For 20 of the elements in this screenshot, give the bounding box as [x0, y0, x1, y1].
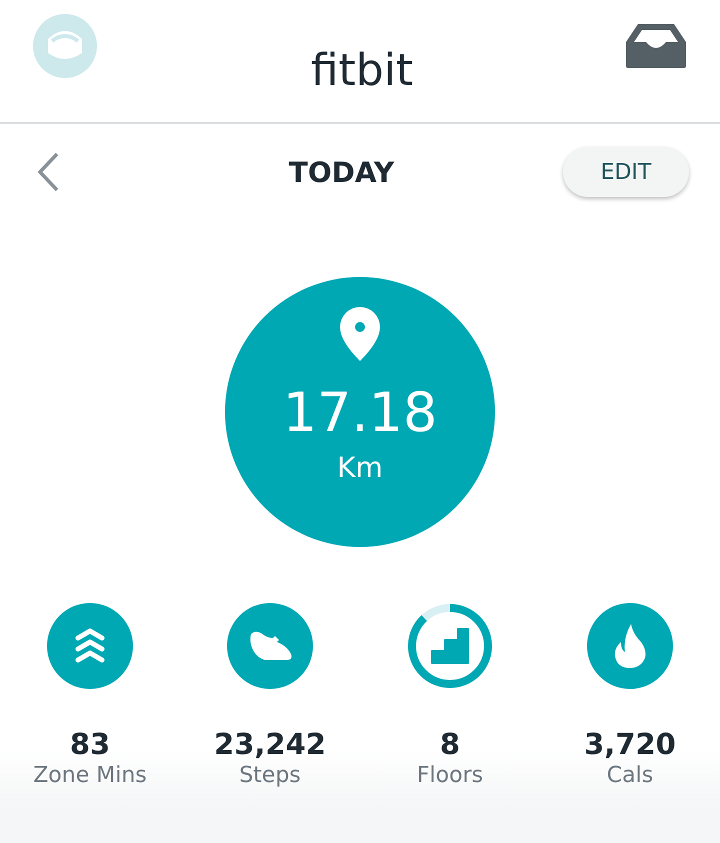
- stat-value: 83: [70, 727, 110, 761]
- location-pin-icon: [340, 307, 380, 361]
- floors-progress-ring[interactable]: [407, 603, 493, 689]
- stat-label: Zone Mins: [33, 762, 147, 790]
- chevrons-icon: [74, 627, 106, 665]
- stat-label: Cals: [606, 762, 654, 790]
- distance-value: 17.18: [282, 383, 438, 443]
- stat-value: 23,242: [214, 727, 326, 761]
- stat-value: 3,720: [584, 727, 676, 761]
- stat-value: 8: [440, 727, 460, 761]
- stat-label: Steps: [239, 762, 301, 790]
- inbox-icon[interactable]: [626, 24, 686, 68]
- stat-label: Floors: [416, 762, 484, 790]
- distance-unit: Km: [337, 451, 383, 484]
- app-logo: fitbit: [310, 44, 414, 96]
- page-title: TODAY: [288, 156, 394, 188]
- flame-icon: [613, 624, 647, 668]
- back-icon[interactable]: [36, 152, 60, 192]
- edit-button[interactable]: EDIT: [562, 147, 689, 197]
- stairs-icon: [431, 628, 469, 664]
